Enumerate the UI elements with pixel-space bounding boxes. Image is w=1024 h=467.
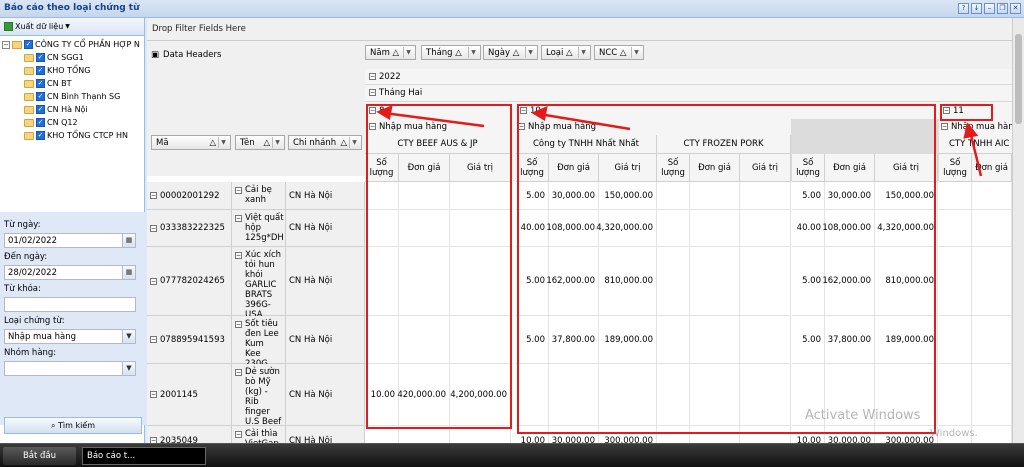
to-date-value: 28/02/2022 [8,268,57,278]
keyword-input[interactable] [4,297,136,312]
restore-button[interactable]: ❐ [997,3,1008,14]
folder-icon [24,105,34,114]
to-date-field[interactable]: 28/02/2022 ▦ [4,265,136,280]
chevron-down-icon[interactable]: ▼ [122,329,136,344]
folder-icon [24,92,34,101]
activate-windows-watermark: Activate Windows [805,408,921,423]
checkbox-checked-icon[interactable]: ✓ [36,105,45,114]
checkbox-checked-icon[interactable]: ✓ [36,66,45,75]
group-select[interactable]: ▼ [4,361,136,376]
export-icon [4,22,13,31]
calendar-icon[interactable]: ▦ [122,233,136,248]
doctype-value: Nhập mua hàng [8,332,77,342]
export-toolbar: Xuất dữ liệu ▼ [0,18,144,36]
dropdown-arrow-icon[interactable]: ▼ [65,23,70,30]
folder-icon [24,66,34,75]
collapse-icon[interactable]: − [2,40,10,49]
pivot-grid: Drop Filter Fields Here ▣ Data Headers N… [147,18,1024,443]
from-date-value: 01/02/2022 [8,236,57,246]
tree-item-label: CN SGG1 [47,53,84,62]
tree-root[interactable]: − ✓ CÔNG TY CỔ PHẦN HỢP N [2,38,142,51]
keyword-label: Từ khóa: [4,284,41,294]
doctype-label: Loại chứng từ: [4,316,65,326]
annotation-arrows [376,104,983,177]
filter-panel: Từ ngày: 01/02/2022 ▦ Đến ngày: 28/02/202… [0,212,145,434]
collapse-button[interactable]: ↓ [971,3,982,14]
folder-icon [24,53,34,62]
calendar-icon[interactable]: ▦ [122,265,136,280]
checkbox-checked-icon[interactable]: ✓ [36,79,45,88]
checkbox-checked-icon[interactable]: ✓ [36,92,45,101]
close-button[interactable]: ✕ [1010,3,1021,14]
search-icon: ⌕ [50,421,56,430]
to-date-label: Đến ngày: [4,252,48,262]
activate-windows-watermark-2: Windows. [930,428,978,439]
from-date-label: Từ ngày: [4,220,41,230]
search-button[interactable]: ⌕ Tìm kiếm [4,417,142,434]
start-button[interactable]: Bắt đầu [3,447,76,465]
window-titlebar: Báo cáo theo loại chứng từ ? ↓ – ❐ ✕ [0,0,1024,18]
tree-root-label: CÔNG TY CỔ PHẦN HỢP N [35,40,140,49]
tree-item-label: CN BT [47,79,72,88]
taskbar: Bắt đầu Báo cáo t... [0,443,1024,467]
branch-tree: − ✓ CÔNG TY CỔ PHẦN HỢP N ✓ CN SGG1 ✓ KHO … [0,36,144,231]
checkbox-checked-icon[interactable]: ✓ [36,118,45,127]
scrollbar-thumb[interactable] [1015,34,1022,124]
doctype-select[interactable]: Nhập mua hàng ▼ [4,329,136,344]
tree-item[interactable]: ✓ KHO TỔNG CTCP HN [2,129,142,142]
window-title: Báo cáo theo loại chứng từ [4,3,140,13]
vertical-scrollbar[interactable] [1012,18,1024,443]
tree-item-label: KHO TỔNG [47,66,91,75]
chevron-down-icon[interactable]: ▼ [122,361,136,376]
tree-item[interactable]: ✓ CN BT [2,77,142,90]
folder-icon [24,79,34,88]
export-menu-button[interactable]: Xuất dữ liệu [15,22,63,31]
tree-item[interactable]: ✓ CN Q12 [2,116,142,129]
checkbox-checked-icon[interactable]: ✓ [36,53,45,62]
tree-item[interactable]: ✓ CN SGG1 [2,51,142,64]
folder-icon [12,40,22,49]
tree-item-label: CN Q12 [47,118,78,127]
tree-item-label: CN Hà Nội [47,105,88,114]
tree-item[interactable]: ✓ CN Hà Nội [2,103,142,116]
window-tools: ? ↓ – ❐ ✕ [958,3,1021,14]
search-button-label: Tìm kiếm [58,421,96,430]
tree-item[interactable]: ✓ KHO TỔNG [2,64,142,77]
group-label: Nhóm hàng: [4,348,57,358]
tree-item-label: CN Bình Thạnh SG [47,92,121,101]
folder-icon [24,118,34,127]
tree-item[interactable]: ✓ CN Bình Thạnh SG [2,90,142,103]
from-date-field[interactable]: 01/02/2022 ▦ [4,233,136,248]
minimize-button[interactable]: – [984,3,995,14]
help-button[interactable]: ? [958,3,969,14]
checkbox-checked-icon[interactable]: ✓ [36,131,45,140]
tree-item-label: KHO TỔNG CTCP HN [47,131,128,140]
checkbox-checked-icon[interactable]: ✓ [24,40,33,49]
folder-icon [24,131,34,140]
taskbar-item-report[interactable]: Báo cáo t... [82,447,206,465]
